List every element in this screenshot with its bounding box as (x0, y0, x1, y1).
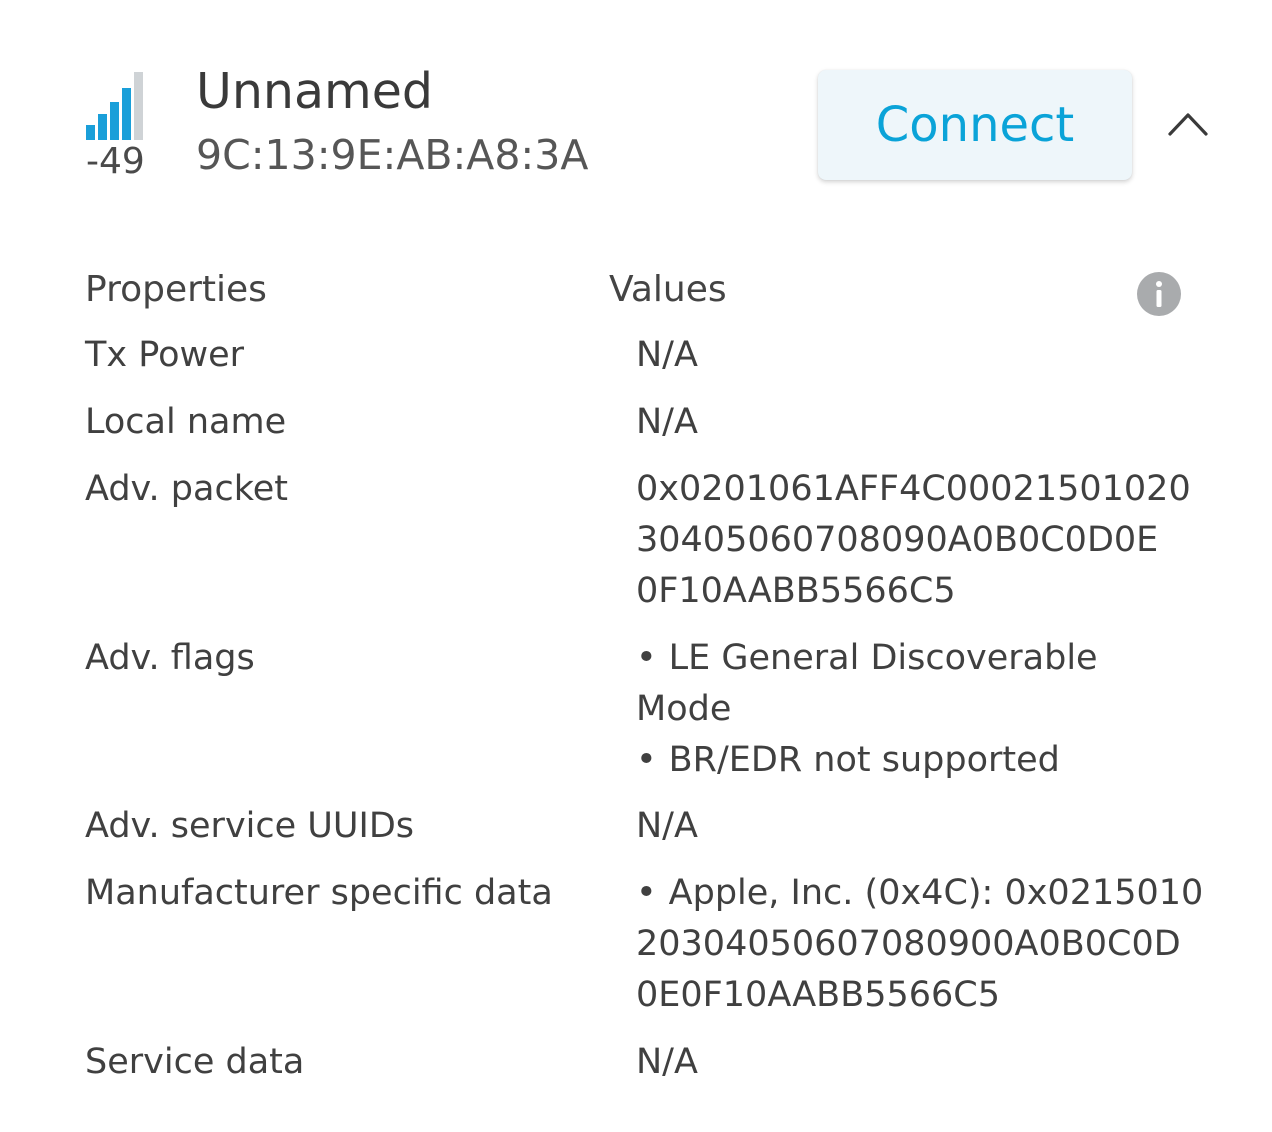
rssi-value: -49 (86, 141, 145, 182)
value-bullet-item: Apple, Inc. (0x4C): 0x0215010 (636, 868, 1204, 919)
value-line: 0F10AABB5566C5 (636, 571, 956, 611)
table-header: Properties Values (84, 258, 1194, 330)
value-line: N/A (636, 806, 698, 846)
table-row: Adv. packet 0x0201061AFF4C00021501020 30… (84, 464, 1194, 633)
property-value: N/A (636, 397, 1196, 448)
property-value: N/A (636, 1037, 1196, 1088)
value-line: 0x0201061AFF4C00021501020 (636, 469, 1191, 509)
device-name: Unnamed (196, 63, 433, 120)
value-bullet-item: LE General Discoverable (636, 633, 1196, 684)
chevron-up-icon[interactable] (1160, 98, 1216, 154)
property-value: LE General Discoverable Mode BR/EDR not … (636, 633, 1196, 786)
table-row: Adv. flags LE General Discoverable Mode … (84, 633, 1194, 801)
value-line: N/A (636, 402, 698, 442)
value-line: 30405060708090A0B0C0D0E (636, 520, 1159, 560)
device-header: -49 Unnamed 9C:13:9E:AB:A8:3A Connect (0, 0, 1272, 230)
table-row: Adv. service UUIDs N/A (84, 801, 1194, 868)
info-icon[interactable] (1136, 271, 1182, 317)
table-row: Local name N/A (84, 397, 1194, 464)
property-name: Manufacturer specific data (85, 873, 553, 913)
value-line: N/A (636, 1042, 698, 1082)
values-header: Values (609, 269, 727, 310)
property-name: Adv. packet (85, 469, 288, 509)
properties-table: Properties Values Tx Power N/A Local nam… (84, 258, 1204, 1097)
device-address: 9C:13:9E:AB:A8:3A (196, 131, 589, 179)
value-line: 20304050607080900A0B0C0D (636, 924, 1181, 964)
property-name: Service data (85, 1042, 305, 1082)
properties-header: Properties (85, 269, 267, 310)
property-name: Local name (85, 402, 287, 442)
property-value: N/A (636, 330, 1196, 381)
property-name: Adv. flags (85, 638, 255, 678)
value-line: 0E0F10AABB5566C5 (636, 975, 1000, 1015)
value-line: N/A (636, 335, 698, 375)
property-value: N/A (636, 801, 1196, 852)
connect-button[interactable]: Connect (818, 70, 1132, 180)
property-name: Tx Power (85, 335, 245, 375)
property-value: Apple, Inc. (0x4C): 0x0215010 2030405060… (636, 868, 1204, 1021)
value-line: Mode (636, 689, 732, 729)
property-name: Adv. service UUIDs (85, 806, 415, 846)
value-bullet-item: BR/EDR not supported (636, 735, 1196, 786)
table-row: Manufacturer specific data Apple, Inc. (… (84, 868, 1204, 1037)
table-row: Service data N/A (84, 1037, 1194, 1097)
property-value: 0x0201061AFF4C00021501020 30405060708090… (636, 464, 1196, 617)
table-row: Tx Power N/A (84, 330, 1194, 397)
